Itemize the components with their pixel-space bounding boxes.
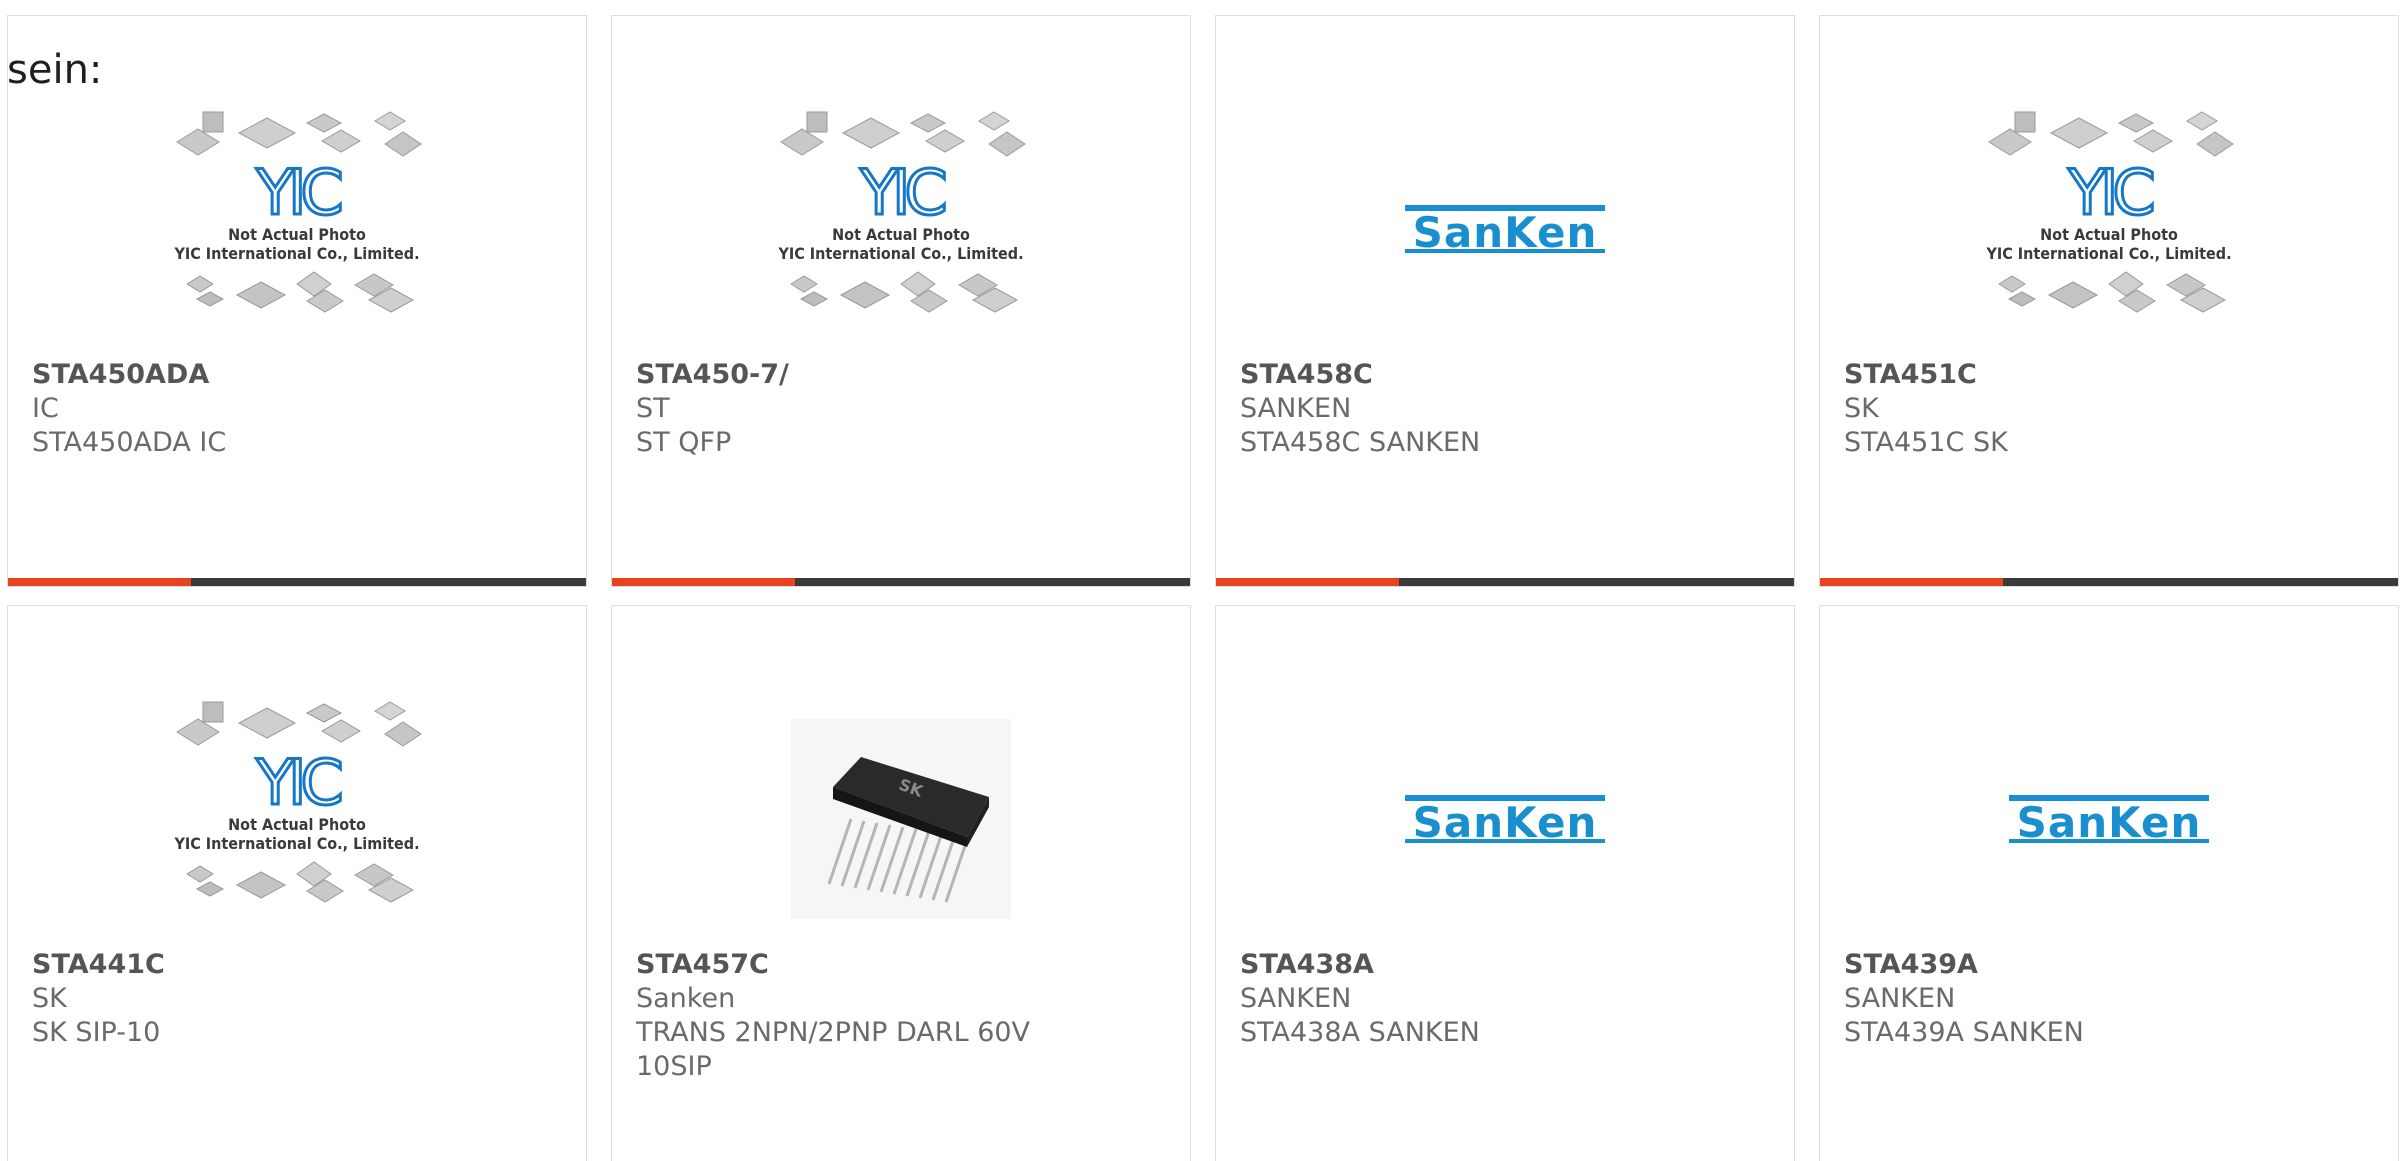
image-caption-line2: YIC International Co., Limited. — [1985, 244, 2231, 263]
product-card[interactable]: SanKen STA439A SANKEN STA439A SANKEN — [1819, 605, 2399, 1161]
part-number[interactable]: STA458C — [1240, 358, 1770, 392]
svg-text:SanKen: SanKen — [1413, 208, 1598, 257]
card-accent-bar — [8, 578, 586, 586]
yic-logo: YIC — [859, 156, 944, 229]
product-image[interactable]: YIC Not Actual Photo YIC International Co.… — [1820, 96, 2398, 362]
description: STA458C SANKEN — [1240, 427, 1481, 458]
product-image[interactable]: SanKen — [1216, 686, 1794, 952]
image-caption-line2: YIC International Co., Limited. — [173, 834, 419, 853]
manufacturer: SANKEN — [1844, 983, 1956, 1014]
part-number[interactable]: STA451C — [1844, 358, 2374, 392]
yic-placeholder-image: YICNot Actual PhotoYIC International Co.… — [173, 701, 422, 903]
card-accent-bar — [1820, 578, 2398, 586]
part-number[interactable]: STA457C — [636, 948, 1166, 982]
yic-logo: YIC — [255, 746, 340, 819]
description: STA438A SANKEN — [1240, 1017, 1480, 1048]
sanken-logo: SanKen — [2009, 795, 2209, 847]
image-caption-line2: YIC International Co., Limited. — [173, 244, 419, 263]
part-number[interactable]: STA441C — [32, 948, 562, 982]
description: STA450ADA IC — [32, 427, 227, 458]
product-image[interactable]: YIC Not Actual Photo YIC International Co.… — [612, 96, 1190, 362]
product-card[interactable]: YIC Not Actual Photo YIC International Co.… — [611, 15, 1191, 587]
manufacturer: SK — [32, 983, 67, 1014]
description: TRANS 2NPN/2PNP DARL 60V 10SIP — [636, 1017, 1031, 1082]
sanken-logo: SanKen — [1405, 795, 1605, 847]
product-card[interactable]: YIC Not Actual Photo YIC International Co.… — [1819, 15, 2399, 587]
product-image[interactable]: YIC Not Actual Photo YIC International Co.… — [8, 96, 586, 362]
product-image[interactable]: YIC Not Actual Photo YIC International Co.… — [8, 686, 586, 952]
product-card[interactable]: YIC Not Actual Photo YIC International Co.… — [7, 15, 587, 587]
image-caption-line1: Not Actual Photo — [228, 815, 366, 834]
intro-text: sein: — [7, 47, 103, 93]
product-image[interactable]: SK — [612, 686, 1190, 952]
yic-logo: YIC — [2067, 156, 2152, 229]
card-accent-bar — [1216, 578, 1794, 586]
description: STA451C SK — [1844, 427, 2008, 458]
manufacturer: SK — [1844, 393, 1879, 424]
part-number[interactable]: STA438A — [1240, 948, 1770, 982]
product-image[interactable]: SanKen — [1216, 96, 1794, 362]
product-card[interactable]: SanKen STA438A SANKEN STA438A SANKEN — [1215, 605, 1795, 1161]
product-card[interactable]: SK STA457C Sanken TRANS 2NPN/2PNP DARL 6… — [611, 605, 1191, 1161]
yic-placeholder-image: YICNot Actual PhotoYIC International Co.… — [777, 111, 1026, 313]
product-grid-page: sein: YIC Not Actual Photo YIC Internation… — [0, 0, 2400, 1161]
manufacturer: ST — [636, 393, 670, 424]
description: ST QFP — [636, 427, 732, 458]
svg-text:SanKen: SanKen — [2017, 798, 2202, 847]
image-caption-line1: Not Actual Photo — [228, 225, 366, 244]
sip-chip-photo: SK — [791, 719, 1011, 919]
part-number[interactable]: STA439A — [1844, 948, 2374, 982]
svg-text:SanKen: SanKen — [1413, 798, 1598, 847]
manufacturer: SANKEN — [1240, 983, 1352, 1014]
yic-placeholder-image: YICNot Actual PhotoYIC International Co.… — [1985, 111, 2234, 313]
image-caption-line2: YIC International Co., Limited. — [777, 244, 1023, 263]
part-number[interactable]: STA450-7/ — [636, 358, 1166, 392]
manufacturer: Sanken — [636, 983, 736, 1014]
manufacturer: IC — [32, 393, 59, 424]
description: STA439A SANKEN — [1844, 1017, 2084, 1048]
image-caption-line1: Not Actual Photo — [832, 225, 970, 244]
manufacturer: SANKEN — [1240, 393, 1352, 424]
product-card[interactable]: SanKen STA458C SANKEN STA458C SANKEN — [1215, 15, 1795, 587]
product-image[interactable]: SanKen — [1820, 686, 2398, 952]
image-caption-line1: Not Actual Photo — [2040, 225, 2178, 244]
product-card[interactable]: YIC Not Actual Photo YIC International Co.… — [7, 605, 587, 1161]
part-number[interactable]: STA450ADA — [32, 358, 562, 392]
card-accent-bar — [612, 578, 1190, 586]
yic-placeholder-image: YICNot Actual PhotoYIC International Co.… — [173, 111, 422, 313]
description: SK SIP-10 — [32, 1017, 161, 1048]
sanken-logo: SanKen — [1405, 205, 1605, 257]
yic-logo: YIC — [255, 156, 340, 229]
